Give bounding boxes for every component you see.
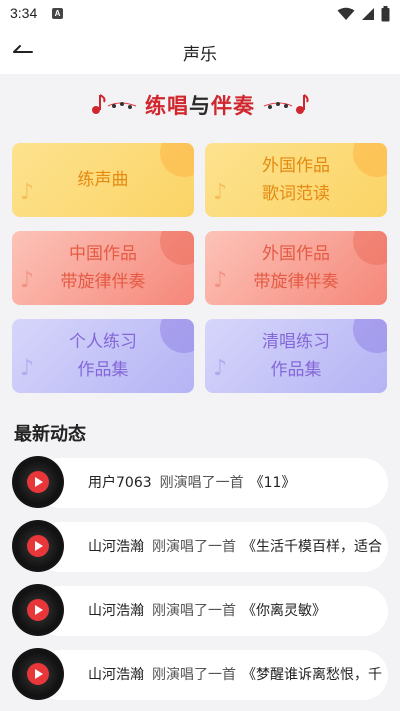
status-icons <box>337 6 390 22</box>
feed-item[interactable]: 山河浩瀚 刚演唱了一首 《你离灵敏》 <box>12 584 388 636</box>
banner: 练唱与伴奏 <box>0 86 400 124</box>
tile-label: 清唱练习 作品集 <box>262 332 330 380</box>
tile-chinese-melody-accompaniment[interactable]: ♪ 中国作品 带旋律伴奏 <box>12 231 194 305</box>
tile-decoration <box>160 319 194 353</box>
feed-user: 用户7063 <box>88 475 152 491</box>
banner-title-part3: 伴奏 <box>211 94 255 118</box>
feed-user: 山河浩瀚 <box>88 603 144 619</box>
feed-text: 山河浩瀚 刚演唱了一首 《生活千模百样，适合 <box>88 522 382 572</box>
tile-foreign-lyrics-reading[interactable]: ♪ 外国作品 歌词范读 <box>205 143 387 217</box>
feed-song: 《梦醒谁诉离愁恨，千 <box>242 667 382 683</box>
vinyl-record-icon[interactable] <box>12 520 64 572</box>
feed-item[interactable]: 用户7063 刚演唱了一首 《11》 <box>12 456 388 508</box>
tile-label: 练声曲 <box>77 170 129 190</box>
tile-personal-practice-collection[interactable]: ♪ 个人练习 作品集 <box>12 319 194 393</box>
tile-vocal-exercises[interactable]: ♪ 练声曲 <box>12 143 194 217</box>
banner-title-part1: 练唱 <box>145 94 189 118</box>
play-icon <box>27 599 49 621</box>
feed-action: 刚演唱了一首 <box>152 667 236 683</box>
play-icon <box>27 471 49 493</box>
feed-text: 山河浩瀚 刚演唱了一首 《你离灵敏》 <box>88 586 326 636</box>
music-note-icon: ♪ <box>20 268 35 293</box>
feed-pill: 山河浩瀚 刚演唱了一首 《你离灵敏》 <box>36 586 388 636</box>
music-note-icon: ♪ <box>213 180 228 205</box>
status-bar: 3:34 A <box>0 0 400 28</box>
music-note-icon <box>263 94 309 114</box>
tile-decoration <box>160 143 194 177</box>
feed-pill: 山河浩瀚 刚演唱了一首 《生活千模百样，适合 <box>36 522 388 572</box>
feed-item[interactable]: 山河浩瀚 刚演唱了一首 《生活千模百样，适合 <box>12 520 388 572</box>
feed-action: 刚演唱了一首 <box>159 475 244 491</box>
feed-song: 《生活千模百样，适合 <box>242 539 382 555</box>
tile-acappella-practice-collection[interactable]: ♪ 清唱练习 作品集 <box>205 319 387 393</box>
tile-decoration <box>160 231 194 265</box>
music-note-icon: ♪ <box>213 356 228 381</box>
music-note-icon: ♪ <box>213 268 228 293</box>
tile-label: 中国作品 带旋律伴奏 <box>60 244 146 292</box>
feed-text: 用户7063 刚演唱了一首 《11》 <box>88 458 295 508</box>
banner-title-part2: 与 <box>189 94 211 118</box>
vinyl-record-icon[interactable] <box>12 648 64 700</box>
feed-user: 山河浩瀚 <box>88 539 144 555</box>
tile-decoration <box>353 231 387 265</box>
banner-title: 练唱与伴奏 <box>0 90 400 120</box>
battery-icon <box>381 6 390 22</box>
feed-action: 刚演唱了一首 <box>152 603 236 619</box>
feed-action: 刚演唱了一首 <box>152 539 236 555</box>
tile-decoration <box>353 143 387 177</box>
title-bar: 声乐 <box>0 28 400 74</box>
tile-decoration <box>353 319 387 353</box>
feed-item[interactable]: 山河浩瀚 刚演唱了一首 《梦醒谁诉离愁恨，千 <box>12 648 388 700</box>
page-title: 声乐 <box>183 45 217 65</box>
music-note-icon: ♪ <box>20 356 35 381</box>
signal-icon <box>362 8 374 20</box>
feed-song: 《11》 <box>249 475 296 491</box>
feed-pill: 用户7063 刚演唱了一首 《11》 <box>36 458 388 508</box>
tile-foreign-melody-accompaniment[interactable]: ♪ 外国作品 带旋律伴奏 <box>205 231 387 305</box>
feed-text: 山河浩瀚 刚演唱了一首 《梦醒谁诉离愁恨，千 <box>88 650 382 700</box>
tile-label: 外国作品 带旋律伴奏 <box>253 244 339 292</box>
feed-pill: 山河浩瀚 刚演唱了一首 《梦醒谁诉离愁恨，千 <box>36 650 388 700</box>
feed-user: 山河浩瀚 <box>88 667 144 683</box>
status-time: 3:34 <box>10 5 38 21</box>
play-icon <box>27 535 49 557</box>
tile-label: 外国作品 歌词范读 <box>262 156 330 204</box>
vinyl-record-icon[interactable] <box>12 456 64 508</box>
section-title-latest: 最新动态 <box>14 424 86 445</box>
feed-song: 《你离灵敏》 <box>242 603 326 619</box>
play-icon <box>27 663 49 685</box>
vinyl-record-icon[interactable] <box>12 584 64 636</box>
tile-label: 个人练习 作品集 <box>69 332 137 380</box>
notification-badge: A <box>52 8 63 19</box>
wifi-icon <box>337 7 355 20</box>
music-note-icon: ♪ <box>20 180 35 205</box>
